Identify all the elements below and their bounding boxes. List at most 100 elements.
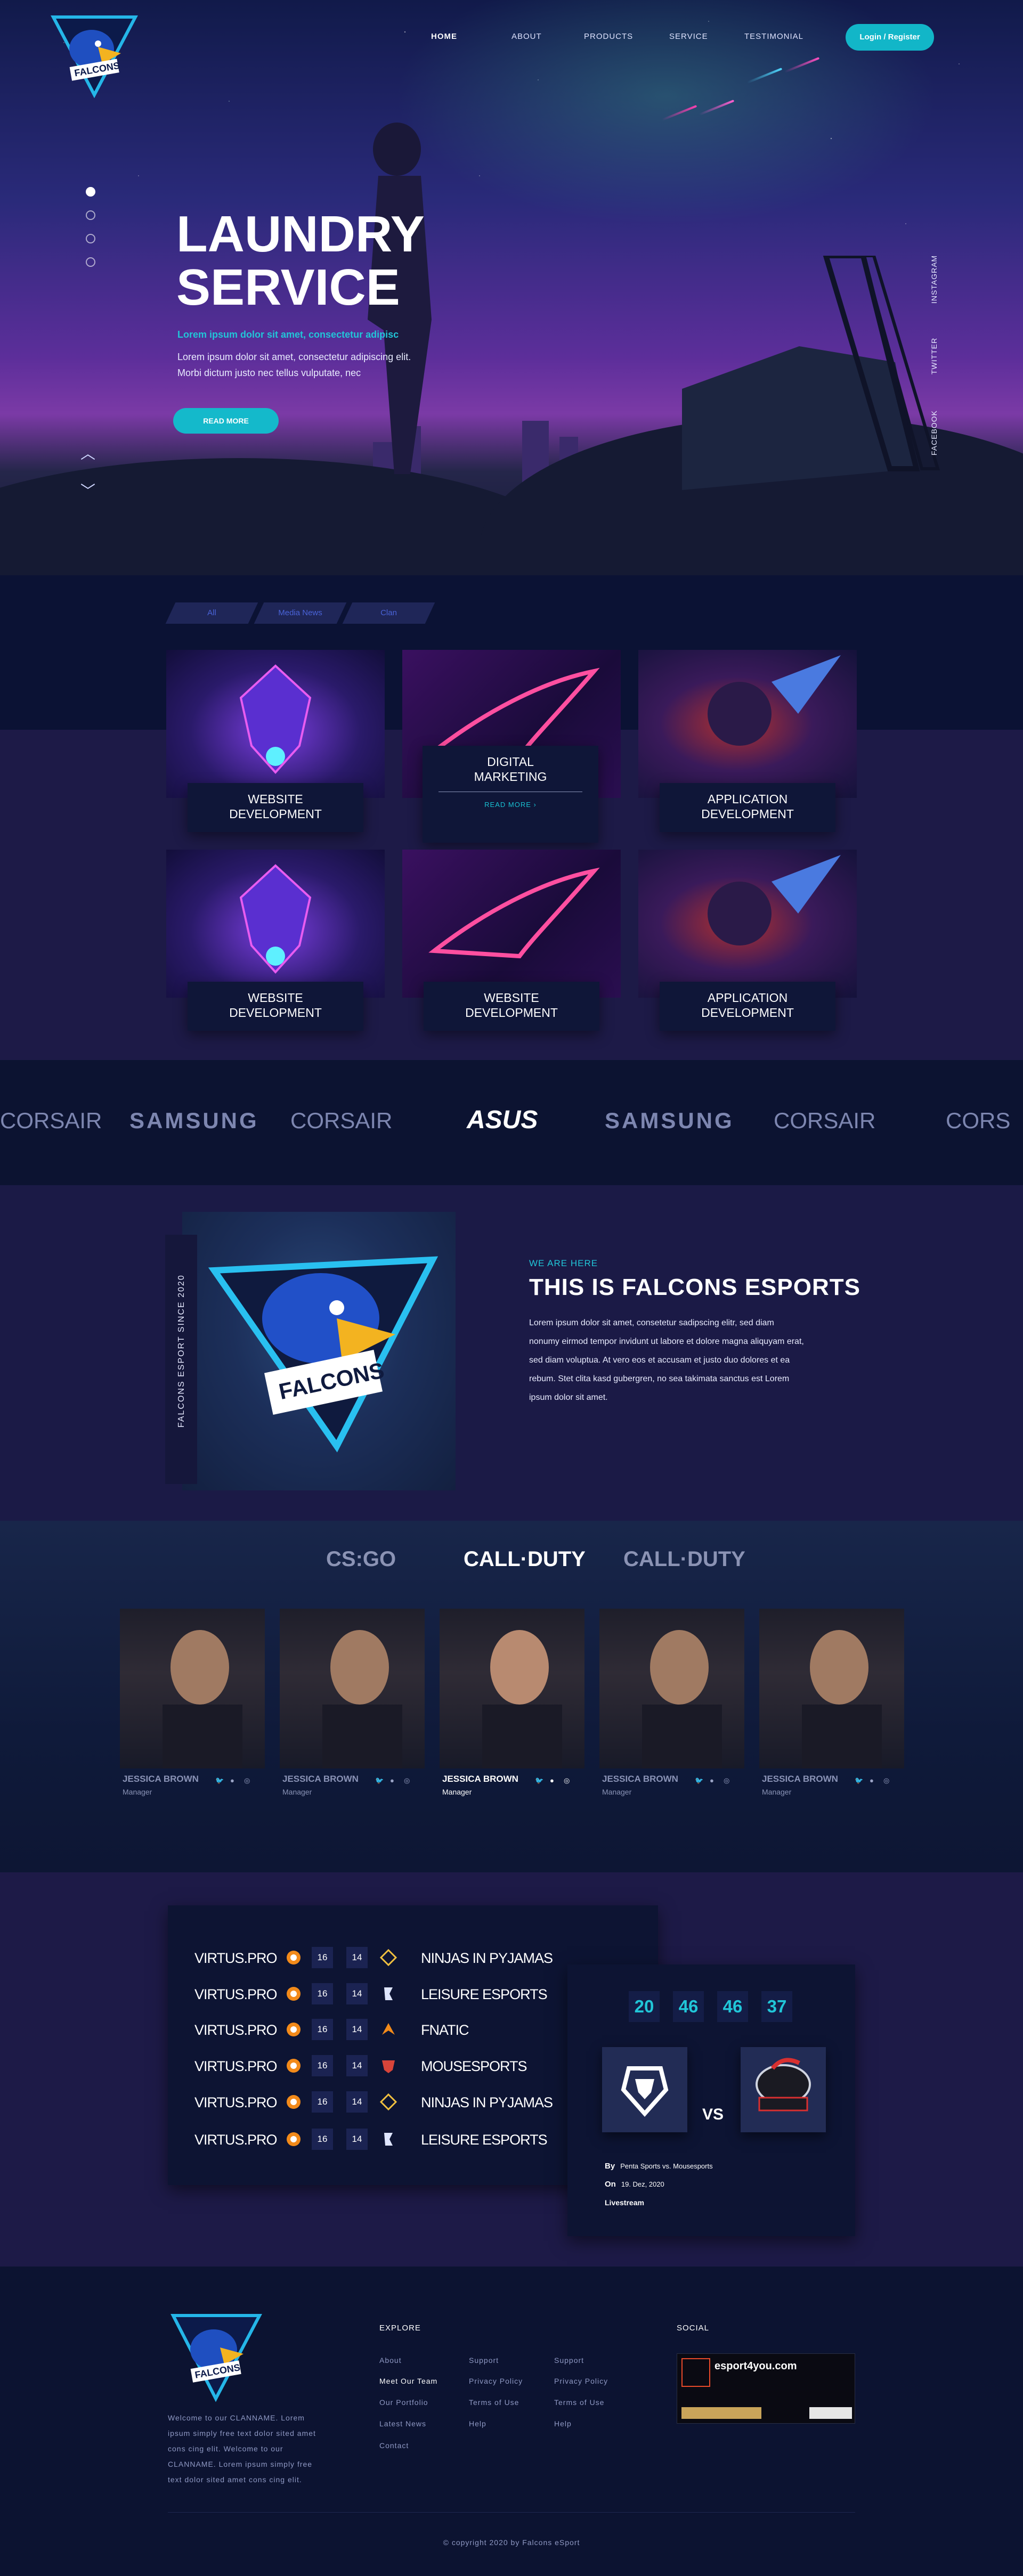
brand-samsung: SAMSUNG xyxy=(605,1108,734,1133)
service-card-image[interactable] xyxy=(402,850,621,998)
player-name: JESSICA BROWN xyxy=(442,1774,518,1784)
hero-text: Lorem ipsum dolor sit amet, consectetur … xyxy=(177,352,411,378)
facebook-icon[interactable]: ● xyxy=(390,1776,394,1784)
brand-corsair: CORS xyxy=(946,1108,1011,1133)
service-card-label: APPLICATION DEVELOPMENT xyxy=(660,783,835,832)
nav-testimonial[interactable]: TESTIMONIAL xyxy=(744,32,803,41)
service-card-image[interactable] xyxy=(638,850,857,998)
facebook-icon[interactable]: ● xyxy=(230,1776,234,1784)
twitter-icon[interactable]: 🐦 xyxy=(215,1776,224,1785)
nip-logo-icon xyxy=(380,2093,397,2110)
footer-link-support[interactable]: Support xyxy=(554,2356,584,2365)
tab-all[interactable]: All xyxy=(165,602,258,624)
warrior-art xyxy=(708,655,841,746)
twitter-icon[interactable]: 🐦 xyxy=(375,1776,384,1785)
game-csgo-logo[interactable]: CS:GO xyxy=(326,1547,396,1571)
footer-about-text: Welcome to our CLANNAME. Lorem ipsum sim… xyxy=(168,2414,316,2484)
virtuspro-logo-icon xyxy=(287,2095,301,2109)
service-card-image[interactable] xyxy=(166,650,385,798)
sponsor-badge xyxy=(809,2407,852,2419)
twitter-icon[interactable]: 🐦 xyxy=(695,1776,703,1785)
player-portrait xyxy=(482,1630,562,1768)
nav-service[interactable]: SERVICE xyxy=(669,32,708,41)
footer-link-news[interactable]: Latest News xyxy=(379,2419,426,2428)
login-register-button[interactable]: Login / Register xyxy=(846,24,934,51)
playground-silhouette xyxy=(682,256,940,490)
attax-team-logo[interactable] xyxy=(741,2047,826,2132)
twitter-icon[interactable]: 🐦 xyxy=(535,1776,543,1785)
service-card-image[interactable] xyxy=(166,850,385,998)
service-card-image[interactable] xyxy=(638,650,857,798)
player-photo[interactable] xyxy=(120,1609,265,1768)
player-role: Manager xyxy=(442,1788,472,1796)
footer-link-help[interactable]: Help xyxy=(554,2419,572,2428)
rog-icon xyxy=(428,867,600,959)
virtuspro-logo-icon xyxy=(287,1987,301,2001)
featured-on: On 19. Dez, 2020 xyxy=(605,2180,664,2189)
brand-asus: ASUS xyxy=(467,1106,538,1134)
facebook-icon[interactable]: ● xyxy=(710,1776,714,1784)
about-text: Lorem ipsum dolor sit amet, consetetur s… xyxy=(529,1318,804,1402)
read-more-link[interactable]: READ MORE › xyxy=(439,792,582,812)
brand-logo[interactable]: FALCONS xyxy=(49,11,140,99)
instagram-icon[interactable]: ◎ xyxy=(404,1776,410,1785)
player-portrait xyxy=(642,1630,722,1768)
player-role: Manager xyxy=(123,1788,152,1796)
brand-strip: CORSAIR SAMSUNG CORSAIR ASUS SAMSUNG COR… xyxy=(0,1060,1023,1185)
game-callofduty-logo[interactable]: CALL·DUTY xyxy=(464,1547,586,1571)
footer-link-portfolio[interactable]: Our Portfolio xyxy=(379,2398,428,2407)
read-more-button[interactable]: READ MORE xyxy=(173,408,279,434)
tab-clan[interactable]: Clan xyxy=(342,602,435,624)
nav-about[interactable]: ABOUT xyxy=(512,32,542,41)
social-instagram-link[interactable]: INSTAGRAM xyxy=(930,255,938,304)
player-photo-active[interactable] xyxy=(440,1609,584,1768)
leisure-logo-icon xyxy=(384,1987,393,2000)
player-portrait xyxy=(322,1630,402,1768)
instagram-icon[interactable]: ◎ xyxy=(724,1776,729,1785)
twitter-icon[interactable]: 🐦 xyxy=(855,1776,863,1785)
featured-status[interactable]: Livestream xyxy=(605,2198,644,2207)
about-vertical-text: FALCONS ESPORT SINCE 2020 xyxy=(177,1274,186,1428)
slider-dot-2[interactable] xyxy=(86,210,95,220)
facebook-icon[interactable]: ● xyxy=(550,1776,554,1784)
slider-dot-3[interactable] xyxy=(86,234,95,243)
nav-home[interactable]: HOME xyxy=(431,32,457,41)
penta-team-logo[interactable] xyxy=(602,2047,687,2132)
falcon-logo-icon: FALCONS xyxy=(208,1256,439,1453)
chevron-up-icon[interactable]: ︿ xyxy=(69,435,107,472)
social-twitter-link[interactable]: TWITTER xyxy=(930,338,938,374)
player-portrait xyxy=(802,1630,882,1768)
footer-link-privacy[interactable]: Privacy Policy xyxy=(554,2377,608,2385)
footer-link-privacy[interactable]: Privacy Policy xyxy=(469,2377,523,2385)
footer-link-help[interactable]: Help xyxy=(469,2419,486,2428)
player-photo[interactable] xyxy=(759,1609,904,1768)
slider-dot-1[interactable] xyxy=(86,187,95,197)
chevron-down-icon[interactable]: ﹀ xyxy=(69,472,107,510)
instagram-icon[interactable]: ◎ xyxy=(564,1776,570,1785)
player-name: JESSICA BROWN xyxy=(602,1774,678,1784)
footer-link-terms[interactable]: Terms of Use xyxy=(469,2398,519,2407)
footer-link-contact[interactable]: Contact xyxy=(379,2441,409,2450)
footer-link-terms[interactable]: Terms of Use xyxy=(554,2398,604,2407)
facebook-icon[interactable]: ● xyxy=(870,1776,874,1784)
footer-link-team[interactable]: Meet Our Team xyxy=(379,2377,437,2385)
tab-media-news[interactable]: Media News xyxy=(254,602,347,624)
sponsor-banner[interactable]: esport4you.com xyxy=(677,2353,855,2424)
game-callofduty-logo[interactable]: CALL·DUTY xyxy=(623,1547,745,1571)
footer-logo[interactable]: FALCONS xyxy=(168,2309,264,2402)
instagram-icon[interactable]: ◎ xyxy=(883,1776,889,1785)
instagram-icon[interactable]: ◎ xyxy=(244,1776,250,1785)
nav-products[interactable]: PRODUCTS xyxy=(584,32,633,41)
player-photo[interactable] xyxy=(599,1609,744,1768)
player-role: Manager xyxy=(282,1788,312,1796)
attax-logo-icon xyxy=(756,2058,811,2112)
slider-dot-4[interactable] xyxy=(86,257,95,267)
social-facebook-link[interactable]: FACEBOOK xyxy=(930,410,938,455)
service-card-label: WEBSITE DEVELOPMENT xyxy=(188,783,363,832)
player-photo[interactable] xyxy=(280,1609,425,1768)
about-title: THIS IS FALCONS ESPORTS xyxy=(529,1274,860,1300)
copyright: © copyright 2020 by Falcons eSport xyxy=(443,2538,580,2547)
brand-corsair: CORSAIR xyxy=(774,1108,876,1133)
footer-link-support[interactable]: Support xyxy=(469,2356,499,2365)
footer-link-about[interactable]: About xyxy=(379,2356,402,2365)
